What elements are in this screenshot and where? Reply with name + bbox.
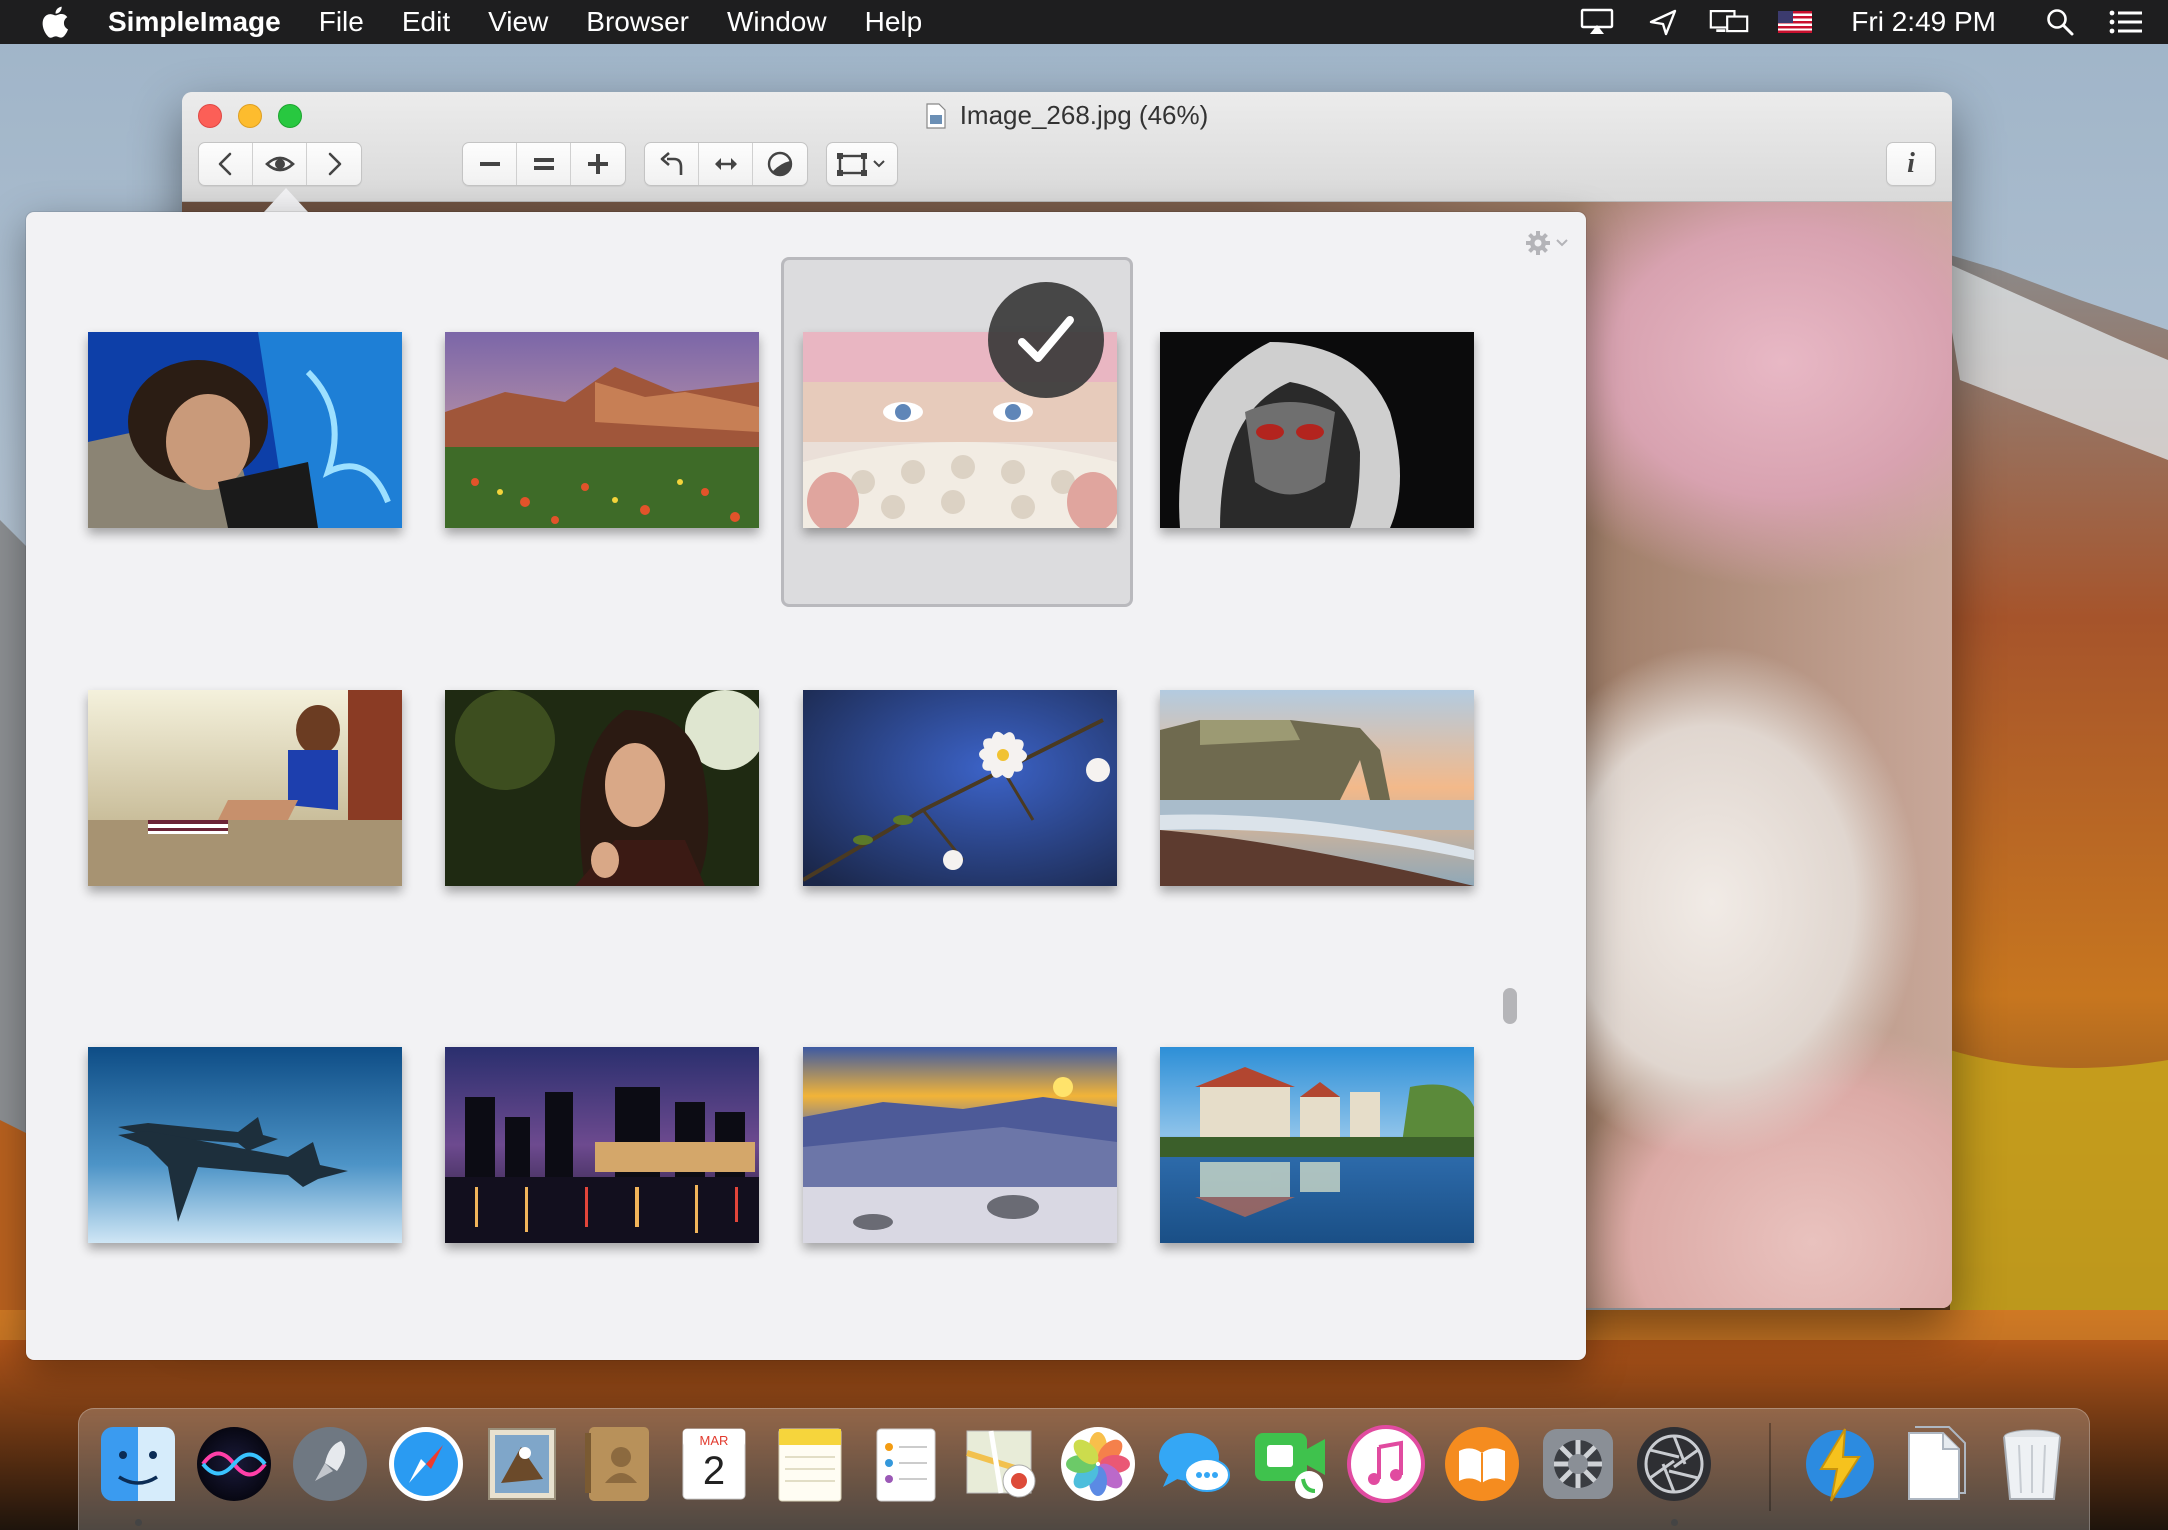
transform-segment xyxy=(644,142,808,186)
us-flag-input-icon[interactable] xyxy=(1775,7,1815,37)
location-arrow-icon[interactable] xyxy=(1643,7,1683,37)
thumbnail-hammerhead-sharks[interactable] xyxy=(88,1047,402,1243)
next-image-button[interactable] xyxy=(307,143,361,185)
image-browser-popover xyxy=(26,212,1586,1360)
menu-browser[interactable]: Browser xyxy=(586,6,689,38)
reeder-icon[interactable] xyxy=(1799,1423,1881,1505)
selected-checkmark-icon xyxy=(988,282,1104,398)
thumbnail-woman-forest[interactable] xyxy=(445,690,759,886)
airplay-display-icon[interactable] xyxy=(1577,7,1617,37)
aperture-app-icon[interactable] xyxy=(1633,1423,1715,1505)
zoom-out-button[interactable] xyxy=(463,143,517,185)
menu-bar: SimpleImage File Edit View Browser Windo… xyxy=(0,0,2168,44)
aperture-running-indicator xyxy=(1671,1519,1678,1526)
finder-running-indicator xyxy=(135,1519,142,1526)
adjust-contrast-icon xyxy=(767,151,793,177)
documents-folder-icon[interactable] xyxy=(1895,1423,1977,1505)
chevron-right-icon xyxy=(328,152,342,176)
plus-icon xyxy=(588,154,608,174)
finder-icon[interactable] xyxy=(97,1423,179,1505)
calendar-month: MAR xyxy=(699,1433,729,1448)
calendar-icon[interactable]: MAR 2 xyxy=(673,1423,755,1505)
info-icon: i xyxy=(1907,148,1915,179)
spotlight-search-icon[interactable] xyxy=(2040,7,2080,37)
previous-image-button[interactable] xyxy=(199,143,253,185)
apple-menu-icon[interactable] xyxy=(40,6,70,38)
siri-icon[interactable] xyxy=(193,1423,275,1505)
eye-icon xyxy=(264,156,295,172)
browser-scrollbar-thumb[interactable] xyxy=(1503,988,1517,1024)
gear-icon xyxy=(1526,231,1568,255)
actual-size-button[interactable] xyxy=(517,143,571,185)
toggle-browser-button[interactable] xyxy=(253,143,307,185)
reminders-icon[interactable] xyxy=(865,1423,947,1505)
app-menu[interactable]: SimpleImage xyxy=(108,6,281,38)
thumbnail-lakeside-castle[interactable] xyxy=(1160,1047,1474,1243)
popover-arrow xyxy=(264,188,308,212)
thumbnail-woman-striped-socks[interactable] xyxy=(88,690,402,886)
itunes-icon[interactable] xyxy=(1345,1423,1427,1505)
messages-icon[interactable] xyxy=(1153,1423,1235,1505)
equals-icon xyxy=(533,158,554,170)
calendar-day: 2 xyxy=(702,1449,726,1493)
photos-icon[interactable] xyxy=(1057,1423,1139,1505)
zoom-segment xyxy=(462,142,626,186)
thumbnail-sea-cliff-arch[interactable] xyxy=(1160,690,1474,886)
notes-icon[interactable] xyxy=(769,1423,851,1505)
screen-mirroring-icon[interactable] xyxy=(1709,7,1749,37)
crop-segment xyxy=(826,142,898,186)
image-document-icon xyxy=(926,102,946,129)
thumbnail-mountain-sunset[interactable] xyxy=(803,1047,1117,1243)
menu-view[interactable]: View xyxy=(488,6,548,38)
crop-menu-button[interactable] xyxy=(827,143,897,185)
rotate-icon xyxy=(660,152,682,175)
notification-center-icon[interactable] xyxy=(2106,7,2146,37)
menubar-clock[interactable]: Fri 2:49 PM xyxy=(1851,6,1996,38)
adjust-button[interactable] xyxy=(753,143,807,185)
dock-separator xyxy=(1769,1423,1771,1511)
menu-window[interactable]: Window xyxy=(727,6,827,38)
thumbnail-white-blossoms[interactable] xyxy=(803,690,1117,886)
dock: MAR 2 xyxy=(78,1408,2090,1530)
safari-icon[interactable] xyxy=(385,1423,467,1505)
info-segment: i xyxy=(1886,142,1936,186)
maps-icon[interactable] xyxy=(961,1423,1043,1505)
ibooks-icon[interactable] xyxy=(1441,1423,1523,1505)
thumbnail-mountain-wildflowers[interactable] xyxy=(445,332,759,528)
minus-icon xyxy=(479,162,500,166)
browser-settings-button[interactable] xyxy=(1524,228,1574,258)
navigation-segment xyxy=(198,142,362,186)
flip-button[interactable] xyxy=(699,143,753,185)
thumbnail-hooded-masked-figure[interactable] xyxy=(1160,332,1474,528)
contacts-icon[interactable] xyxy=(577,1423,659,1505)
thumbnail-woman-in-pool[interactable] xyxy=(88,332,402,528)
mail-icon[interactable] xyxy=(481,1423,563,1505)
menu-help[interactable]: Help xyxy=(865,6,923,38)
menu-edit[interactable]: Edit xyxy=(402,6,450,38)
trash-icon[interactable] xyxy=(1991,1423,2073,1505)
window-titlebar: Image_268.jpg (46%) i xyxy=(182,92,1952,202)
facetime-icon[interactable] xyxy=(1249,1423,1331,1505)
rotate-button[interactable] xyxy=(645,143,699,185)
info-button[interactable]: i xyxy=(1887,143,1935,185)
chevron-left-icon xyxy=(218,152,231,176)
zoom-in-button[interactable] xyxy=(571,143,625,185)
system-preferences-icon[interactable] xyxy=(1537,1423,1619,1505)
thumbnail-city-night-skyline[interactable] xyxy=(445,1047,759,1243)
window-title: Image_268.jpg (46%) xyxy=(182,100,1952,131)
menu-file[interactable]: File xyxy=(319,6,364,38)
launchpad-icon[interactable] xyxy=(289,1423,371,1505)
flip-horizontal-icon xyxy=(714,158,737,170)
window-title-text: Image_268.jpg (46%) xyxy=(959,100,1209,130)
crop-icon xyxy=(837,153,885,176)
